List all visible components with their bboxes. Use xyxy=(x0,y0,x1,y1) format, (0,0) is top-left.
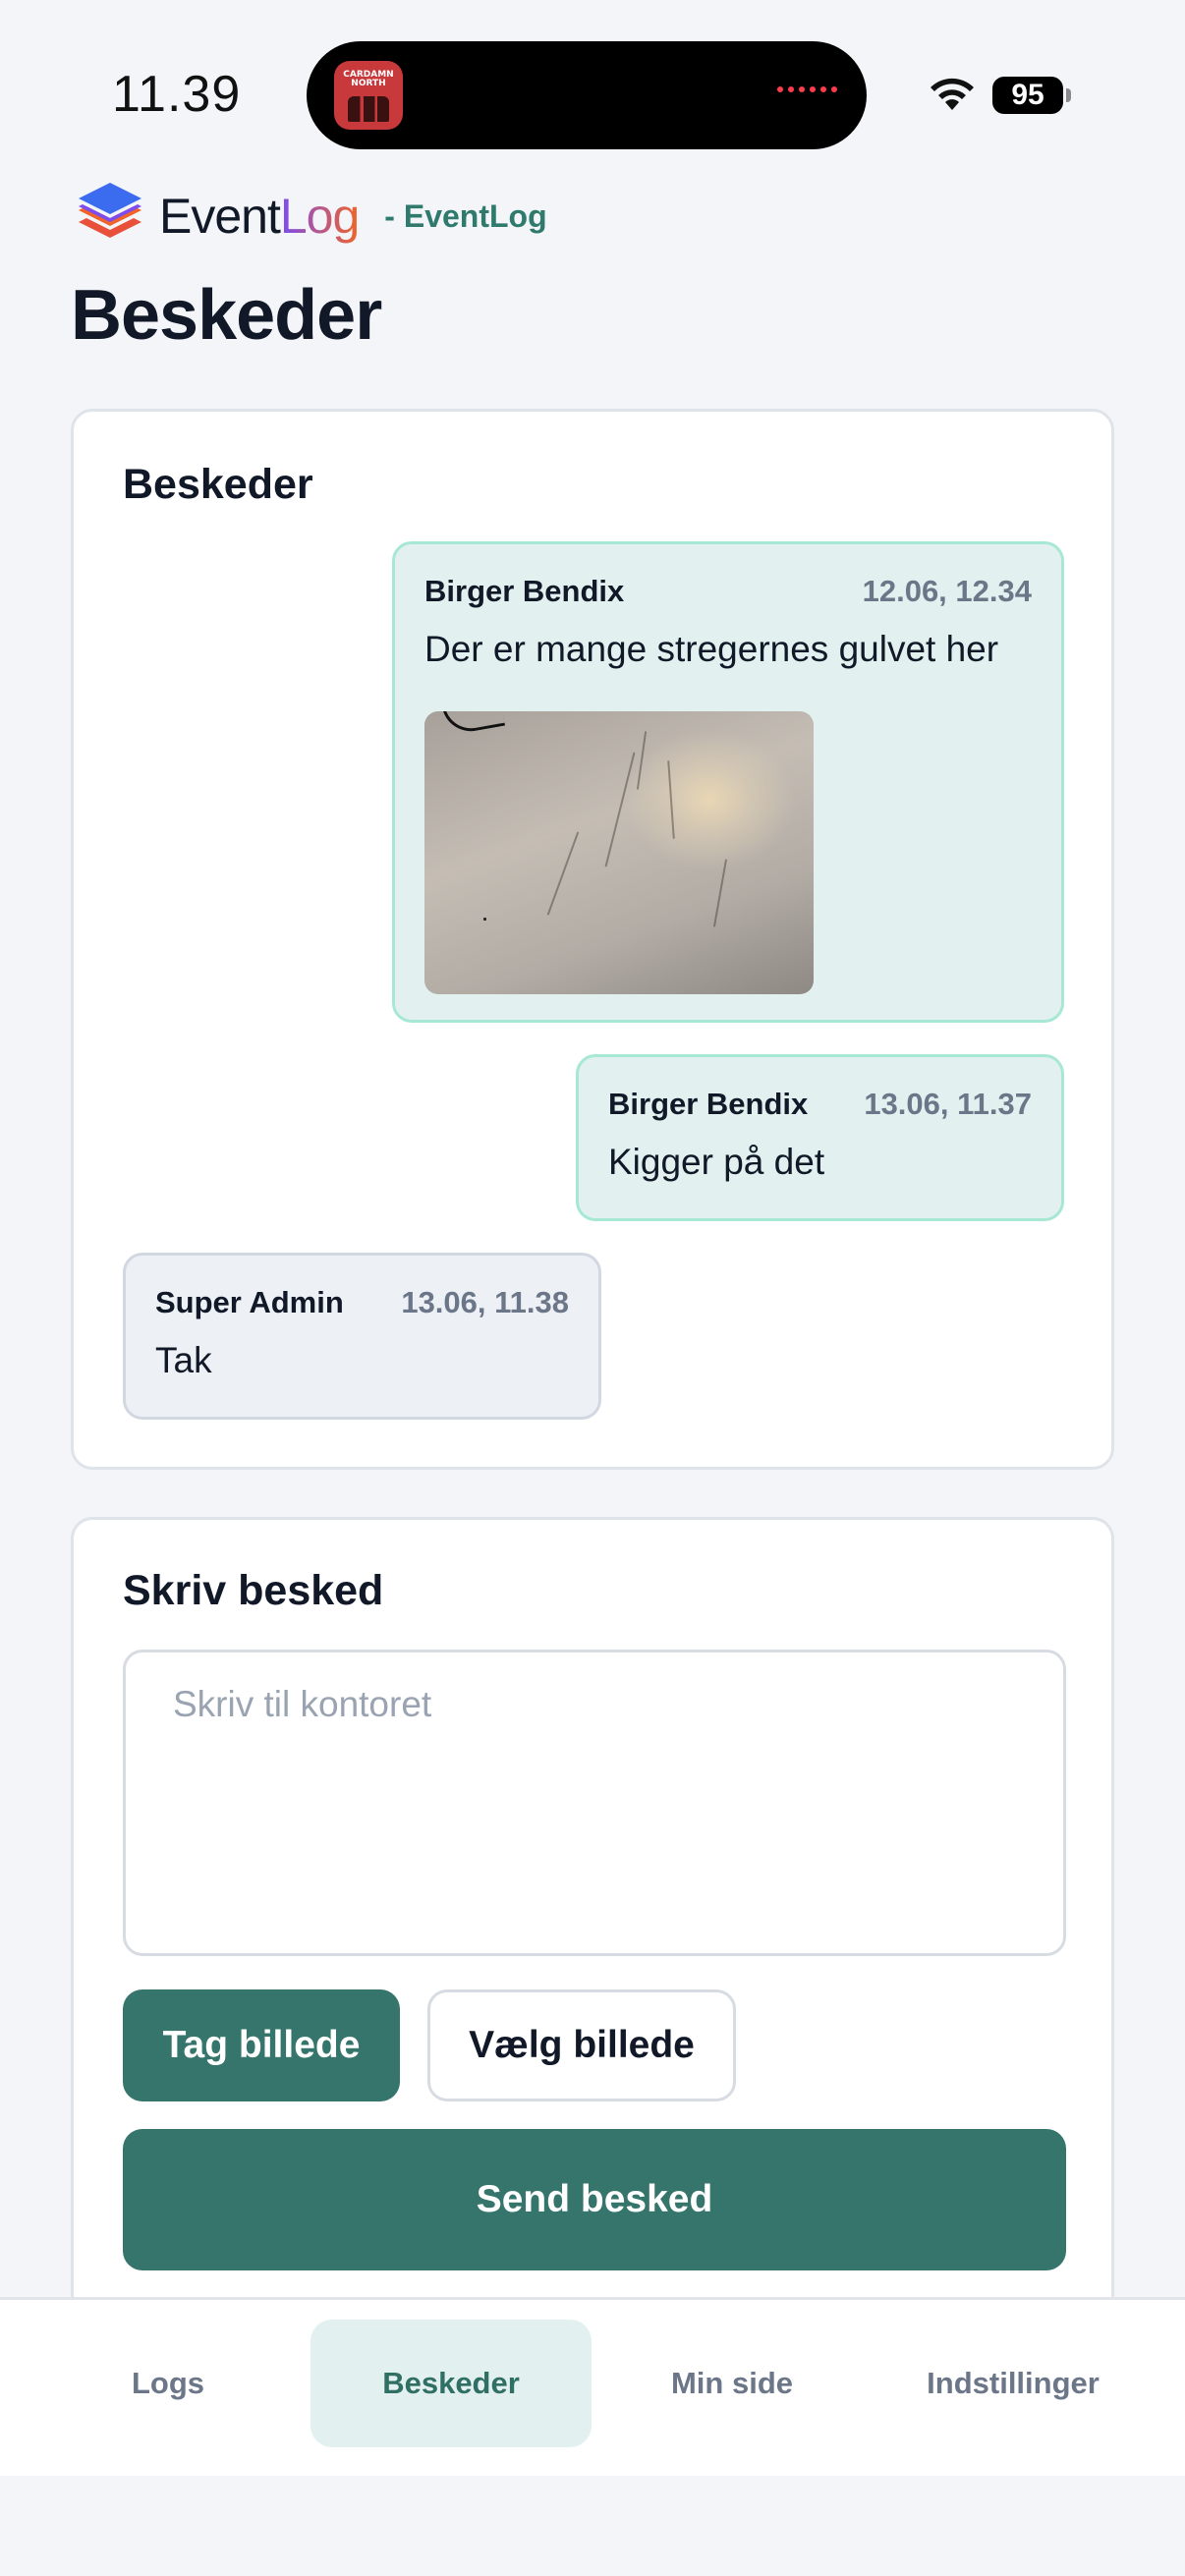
choose-photo-button[interactable]: Vælg billede xyxy=(427,1989,736,2101)
live-activity-app-icon[interactable]: CARDAMN NORTH xyxy=(334,61,403,130)
page-title: Beskeder xyxy=(71,276,382,355)
battery-tip-icon xyxy=(1066,88,1071,102)
nav-tab-beskeder[interactable]: Beskeder xyxy=(310,2320,592,2447)
battery-icon: 95 xyxy=(992,77,1063,114)
send-message-button[interactable]: Send besked xyxy=(123,2129,1066,2270)
compose-card: Skriv besked Tag billede Vælg billede Se… xyxy=(71,1517,1114,2303)
brand-name: EventLog xyxy=(159,189,360,244)
message-bubble-own[interactable]: Birger Bendix 13.06, 11.37 Kigger på det xyxy=(576,1054,1064,1221)
audio-activity-icon xyxy=(777,86,837,92)
message-bubble-other[interactable]: Super Admin 13.06, 11.38 Tak xyxy=(123,1253,601,1420)
nav-tab-logs[interactable]: Logs xyxy=(28,2320,309,2447)
layers-logo-icon xyxy=(79,183,141,238)
message-text: Tak xyxy=(155,1340,212,1380)
message-timestamp: 13.06, 11.37 xyxy=(864,1087,1032,1121)
message-author: Birger Bendix xyxy=(608,1087,809,1121)
take-photo-button[interactable]: Tag billede xyxy=(123,1989,400,2101)
message-author: Super Admin xyxy=(155,1285,344,1319)
message-text: Der er mange stregernes gulvet her xyxy=(424,629,999,669)
nav-tab-indstillinger[interactable]: Indstillinger xyxy=(873,2320,1154,2447)
messages-card: Beskeder Birger Bendix 12.06, 12.34 Der … xyxy=(71,409,1114,1470)
wifi-icon xyxy=(931,78,974,110)
brand-header: EventLog - EventLog xyxy=(75,183,547,250)
dynamic-island[interactable]: CARDAMN NORTH xyxy=(307,41,867,149)
message-input[interactable] xyxy=(123,1650,1066,1956)
message-photo-attachment[interactable] xyxy=(424,711,814,994)
app-icon-label: CARDAMN NORTH xyxy=(343,70,394,88)
message-author: Birger Bendix xyxy=(424,574,625,608)
message-text: Kigger på det xyxy=(608,1142,825,1182)
bottom-navigation: Logs Beskeder Min side Indstillinger xyxy=(0,2297,1185,2476)
messages-card-title: Beskeder xyxy=(123,461,313,508)
app-screen: 11.39 CARDAMN NORTH 95 EventLog - EventL… xyxy=(0,0,1185,2576)
brand-suffix: - EventLog xyxy=(384,197,547,234)
status-time: 11.39 xyxy=(112,66,242,123)
message-bubble-own[interactable]: Birger Bendix 12.06, 12.34 Der er mange … xyxy=(392,541,1064,1023)
message-timestamp: 13.06, 11.38 xyxy=(401,1285,569,1319)
message-timestamp: 12.06, 12.34 xyxy=(862,574,1032,608)
compose-card-title: Skriv besked xyxy=(123,1567,384,1614)
nav-tab-min-side[interactable]: Min side xyxy=(592,2320,873,2447)
